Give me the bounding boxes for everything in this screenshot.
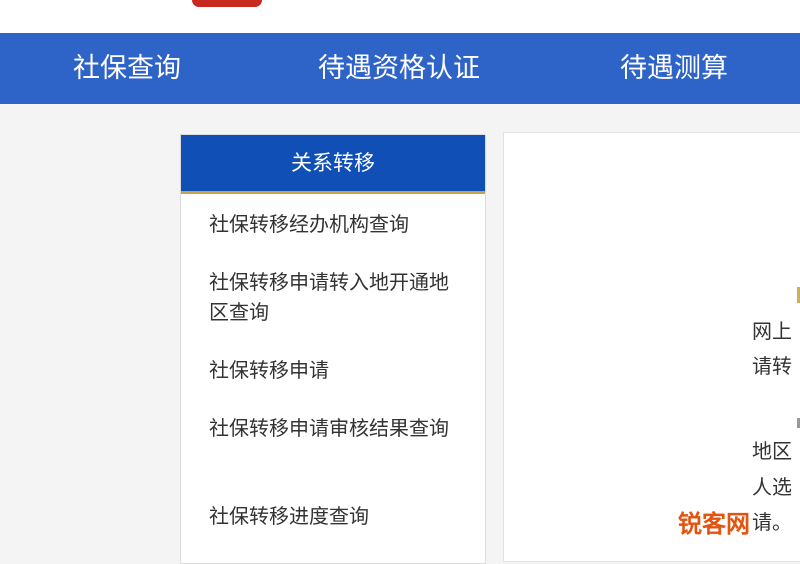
sidebar-title: 关系转移 [181,135,485,194]
sidebar-item-transfer-region-query[interactable]: 社保转移申请转入地开通地区查询 [181,267,485,327]
sidebar-item-transfer-application[interactable]: 社保转移申请 [181,355,485,385]
sidebar: 关系转移 社保转移经办机构查询 社保转移申请转入地开通地区查询 社保转移申请 社… [180,134,486,564]
content-line: 人选 [752,475,792,499]
nav-item-social-security-query[interactable]: 社保查询 [73,33,181,104]
content-line: 地区 [752,439,792,463]
top-header [0,0,800,33]
logo [192,0,262,7]
content-line: 网上 [752,319,792,343]
watermark: 锐客网 [678,510,750,538]
content-line: 请转 [752,354,792,378]
sidebar-item-transfer-agency-query[interactable]: 社保转移经办机构查询 [181,209,485,239]
content-line: 请。 [752,510,792,534]
nav-item-benefit-qualification[interactable]: 待遇资格认证 [318,33,480,104]
sidebar-item-transfer-progress[interactable]: 社保转移进度查询 [181,501,485,531]
sidebar-item-transfer-review-result[interactable]: 社保转移申请审核结果查询 [181,413,485,443]
main-nav: 社保查询 待遇资格认证 待遇测算 [0,33,800,104]
nav-item-benefit-calculation[interactable]: 待遇测算 [620,33,728,104]
